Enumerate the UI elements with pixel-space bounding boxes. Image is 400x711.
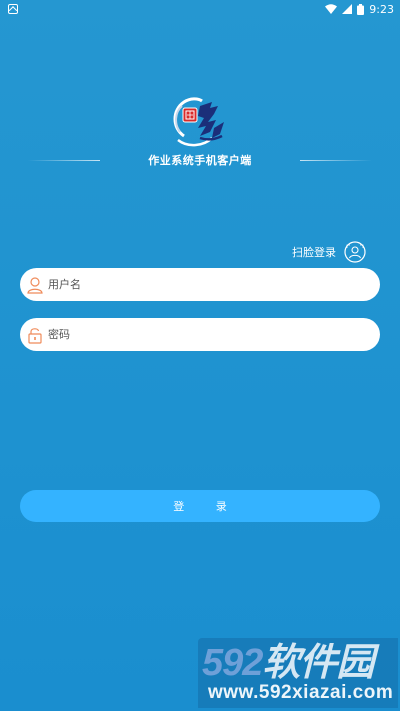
password-field[interactable] xyxy=(20,318,380,351)
subtitle-divider-right xyxy=(300,160,372,161)
app-logo xyxy=(173,97,224,147)
password-input[interactable] xyxy=(48,318,380,351)
status-right: 9:23 xyxy=(325,3,394,16)
username-input[interactable] xyxy=(48,268,380,301)
lock-icon xyxy=(28,327,42,344)
status-bar: 9:23 xyxy=(0,0,400,18)
face-login-button[interactable]: 扫脸登录 xyxy=(292,241,366,263)
status-time: 9:23 xyxy=(369,2,394,16)
wifi-icon xyxy=(325,4,338,14)
login-button[interactable]: 登 录 xyxy=(20,490,380,522)
face-login-label: 扫脸登录 xyxy=(292,246,336,259)
face-scan-icon xyxy=(344,241,366,263)
battery-icon xyxy=(357,3,365,15)
watermark-brand-text: 软件园 xyxy=(262,642,374,684)
notification-icon xyxy=(8,4,18,14)
watermark-digits: 592 xyxy=(202,642,263,684)
watermark-url: www.592xiazai.com xyxy=(208,682,394,703)
status-left xyxy=(8,4,18,14)
username-field[interactable] xyxy=(20,268,380,301)
user-icon xyxy=(27,276,43,294)
watermark-brand: 592软件园 xyxy=(202,642,374,684)
app-subtitle: 作业系统手机客户端 xyxy=(148,154,252,167)
subtitle-divider-left xyxy=(28,160,100,161)
subtitle-row: 作业系统手机客户端 xyxy=(0,152,400,168)
signal-icon xyxy=(342,4,353,14)
watermark: 592软件园 www.592xiazai.com xyxy=(198,638,398,708)
